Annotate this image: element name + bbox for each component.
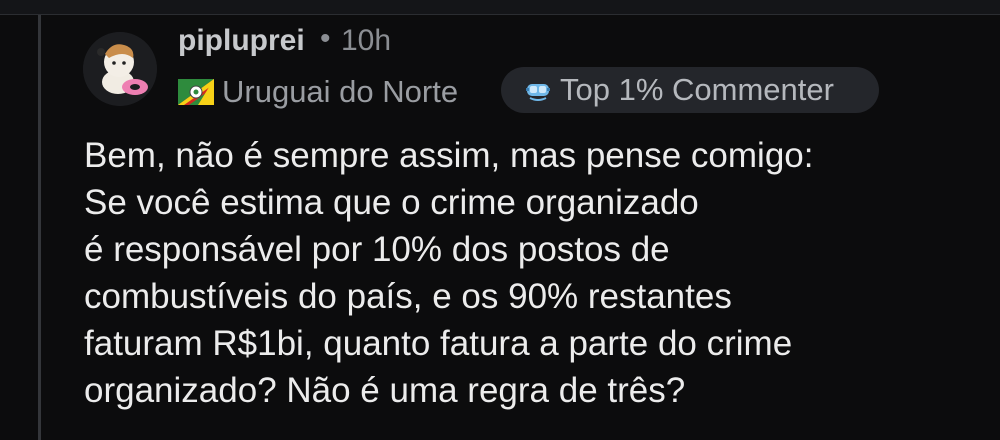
comment-timestamp[interactable]: 10h [341, 24, 391, 58]
user-flair[interactable]: Uruguai do Norte [178, 70, 458, 114]
avatar[interactable] [83, 32, 157, 106]
comment-body: Bem, não é sempre assim, mas pense comig… [84, 132, 984, 414]
comment-line: Se você estima que o crime organizado [84, 183, 699, 222]
top-bar [0, 0, 1000, 15]
comment-line: faturam R$1bi, quanto fatura a parte do … [84, 324, 793, 363]
top-commenter-badge[interactable]: Top 1% Commenter [501, 67, 879, 113]
meta-separator: • [320, 22, 331, 55]
thread-line[interactable] [38, 15, 41, 440]
flair-text: Uruguai do Norte [222, 74, 459, 109]
badge-text: Top 1% Commenter [560, 72, 834, 107]
comment-line: combustíveis do país, e os 90% restantes [84, 277, 732, 316]
avatar-image [83, 32, 157, 106]
comment-line: organizado? Não é uma regra de três? [84, 371, 686, 410]
comment-line: é responsável por 10% dos postos de [84, 230, 670, 269]
author-username[interactable]: pipluprei [178, 24, 305, 58]
diving-mask-icon [526, 84, 550, 101]
comment-line: Bem, não é sempre assim, mas pense comig… [84, 136, 814, 175]
rio-grande-do-sul-flag-icon [178, 79, 214, 105]
